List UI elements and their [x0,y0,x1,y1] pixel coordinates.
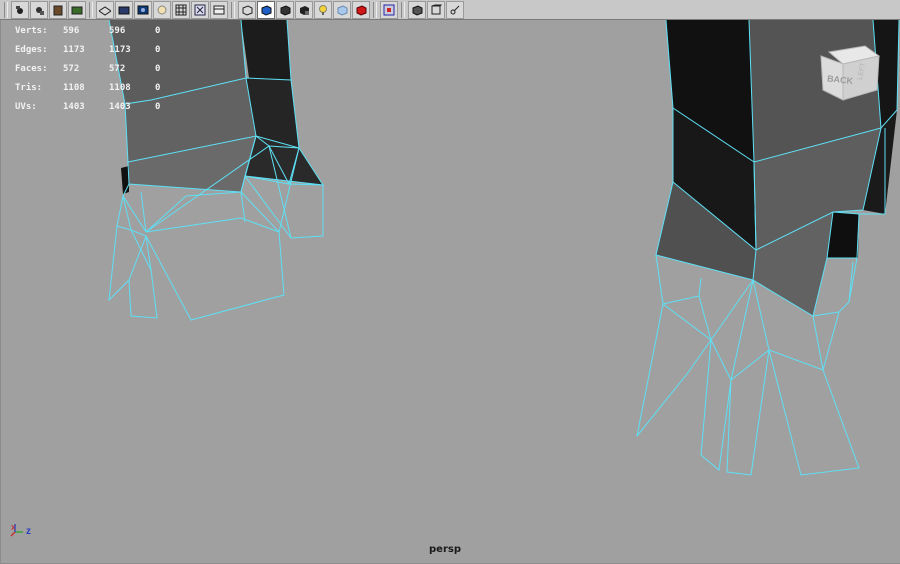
axis-x-label: x [11,522,16,532]
hud-label: Edges: [15,44,48,55]
perspective-viewport[interactable]: Verts: 596 596 0 Edges: 1173 1173 0 Faces: 572 572… [0,20,900,564]
view-cube-graphic: BACK LEFT [820,45,881,101]
bookmark-icon [53,5,63,15]
shadows-button[interactable] [295,0,313,19]
hud-value: 572 [109,63,126,74]
camera-lock-icon [36,6,44,15]
safe-action-button[interactable] [191,0,209,19]
film-gate-icon [118,6,130,14]
toolbar-separator [89,1,93,18]
smooth-shade-icon [261,4,272,16]
wireframe-button[interactable] [238,0,256,19]
wireframe-on-shaded-button[interactable] [408,0,426,19]
gate-mask-icon [157,5,167,14]
axis-indicator: x z [9,518,45,542]
hud-value: 0 [155,101,161,112]
hud-value: 0 [155,44,161,55]
toolbar-separator [373,1,377,18]
hud-value: 1108 [109,82,131,93]
wireframe-on-shaded-icon [412,4,423,16]
gate-mask-button[interactable] [153,0,171,19]
hud-row: Tris: 1108 1108 0 [15,78,175,97]
hud-label: Verts: [15,25,48,36]
safe-title-button[interactable] [210,0,228,19]
hud-value: 1403 [109,101,131,112]
toolbar-separator [401,1,405,18]
camera-name-label: persp [429,544,461,555]
hud-value: 0 [155,63,161,74]
xray-icon [337,4,348,16]
lights-button[interactable] [314,0,332,19]
wireframe-icon [242,4,253,16]
hud-value: 1403 [63,101,85,112]
panel-toolbar [0,0,900,20]
lights-icon [319,4,327,15]
hud-value: 0 [155,82,161,93]
bookmark-button[interactable] [49,0,67,19]
joint-xray-button[interactable] [446,0,464,19]
hud-label: Tris: [15,82,43,93]
bounding-box-button[interactable] [427,0,445,19]
hud-value: 1108 [63,82,85,93]
hud-value: 0 [155,25,161,36]
image-plane-icon [71,6,83,14]
hud-value: 596 [109,25,126,36]
grid-toggle-icon [99,5,111,16]
hud-label: UVs: [15,101,37,112]
hud-value: 1173 [109,44,131,55]
field-chart-icon [175,4,187,15]
axis-z-label: z [26,526,31,537]
hud-value: 572 [63,63,80,74]
hud-row: Faces: 572 572 0 [15,59,175,78]
hud-row: UVs: 1403 1403 0 [15,97,175,116]
hud-label: Faces: [15,63,48,74]
camera-select-icon [16,5,23,14]
textured-icon [356,4,367,16]
joint-xray-icon [450,5,460,14]
flat-shade-button[interactable] [276,0,294,19]
maya-viewport-panel: Verts: 596 596 0 Edges: 1173 1173 0 Faces: 572 572… [0,0,900,564]
axis-gizmo: x z [10,522,31,537]
isolate-select-icon [383,4,395,15]
hud-row: Edges: 1173 1173 0 [15,40,175,59]
safe-action-icon [194,4,206,15]
resolution-gate-button[interactable] [134,0,152,19]
resolution-gate-icon [137,5,149,14]
xray-button[interactable] [333,0,351,19]
bounding-box-icon [431,4,442,14]
smooth-shade-button[interactable] [257,0,275,19]
image-plane-button[interactable] [68,0,86,19]
shadows-icon [300,5,309,15]
toolbar-separator [231,1,235,18]
camera-select-button[interactable] [11,0,29,19]
hud-row: Verts: 596 596 0 [15,21,175,40]
flat-shade-icon [280,4,291,16]
field-chart-button[interactable] [172,0,190,19]
hud-value: 596 [63,25,80,36]
toolbar-separator [4,1,8,18]
isolate-select-button[interactable] [380,0,398,19]
view-cube[interactable]: BACK LEFT [819,42,883,122]
hud-value: 1173 [63,44,85,55]
safe-title-icon [213,5,225,14]
grid-toggle-button[interactable] [96,0,114,19]
camera-lock-button[interactable] [30,0,48,19]
textured-button[interactable] [352,0,370,19]
film-gate-button[interactable] [115,0,133,19]
poly-count-hud: Verts: 596 596 0 Edges: 1173 1173 0 Faces: 572 572… [15,21,175,116]
